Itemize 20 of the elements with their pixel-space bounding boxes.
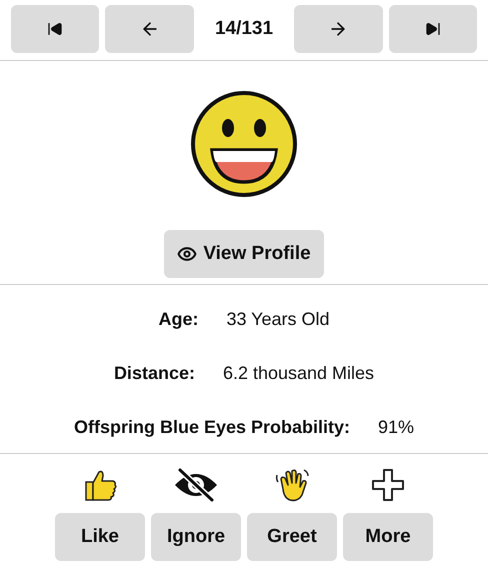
skip-to-end-icon — [424, 21, 441, 37]
action-button[interactable]: Like — [55, 513, 145, 561]
view-profile-button[interactable]: View Profile — [164, 230, 324, 278]
field-value: 33 Years Old — [226, 308, 330, 330]
first-page-button[interactable] — [11, 5, 100, 53]
field-value: 6.2 thousand Miles — [222, 362, 374, 384]
action-button[interactable]: More — [343, 513, 433, 561]
field-label: Offspring Blue Eyes Probability: — [74, 416, 350, 439]
field-label: Distance: — [114, 362, 195, 384]
waving-hand-icon — [274, 467, 310, 503]
action-button[interactable]: Greet — [247, 513, 337, 561]
page-counter: 14/131 — [214, 16, 274, 41]
field-label: Age: — [158, 308, 198, 331]
field-value: 91% — [378, 416, 414, 438]
smiley-face-icon — [190, 90, 298, 198]
plus-icon — [371, 468, 405, 502]
eye-icon — [177, 244, 198, 264]
action-button[interactable]: Ignore — [151, 513, 241, 561]
skip-to-start-icon — [47, 21, 64, 37]
last-page-button[interactable] — [388, 5, 478, 53]
